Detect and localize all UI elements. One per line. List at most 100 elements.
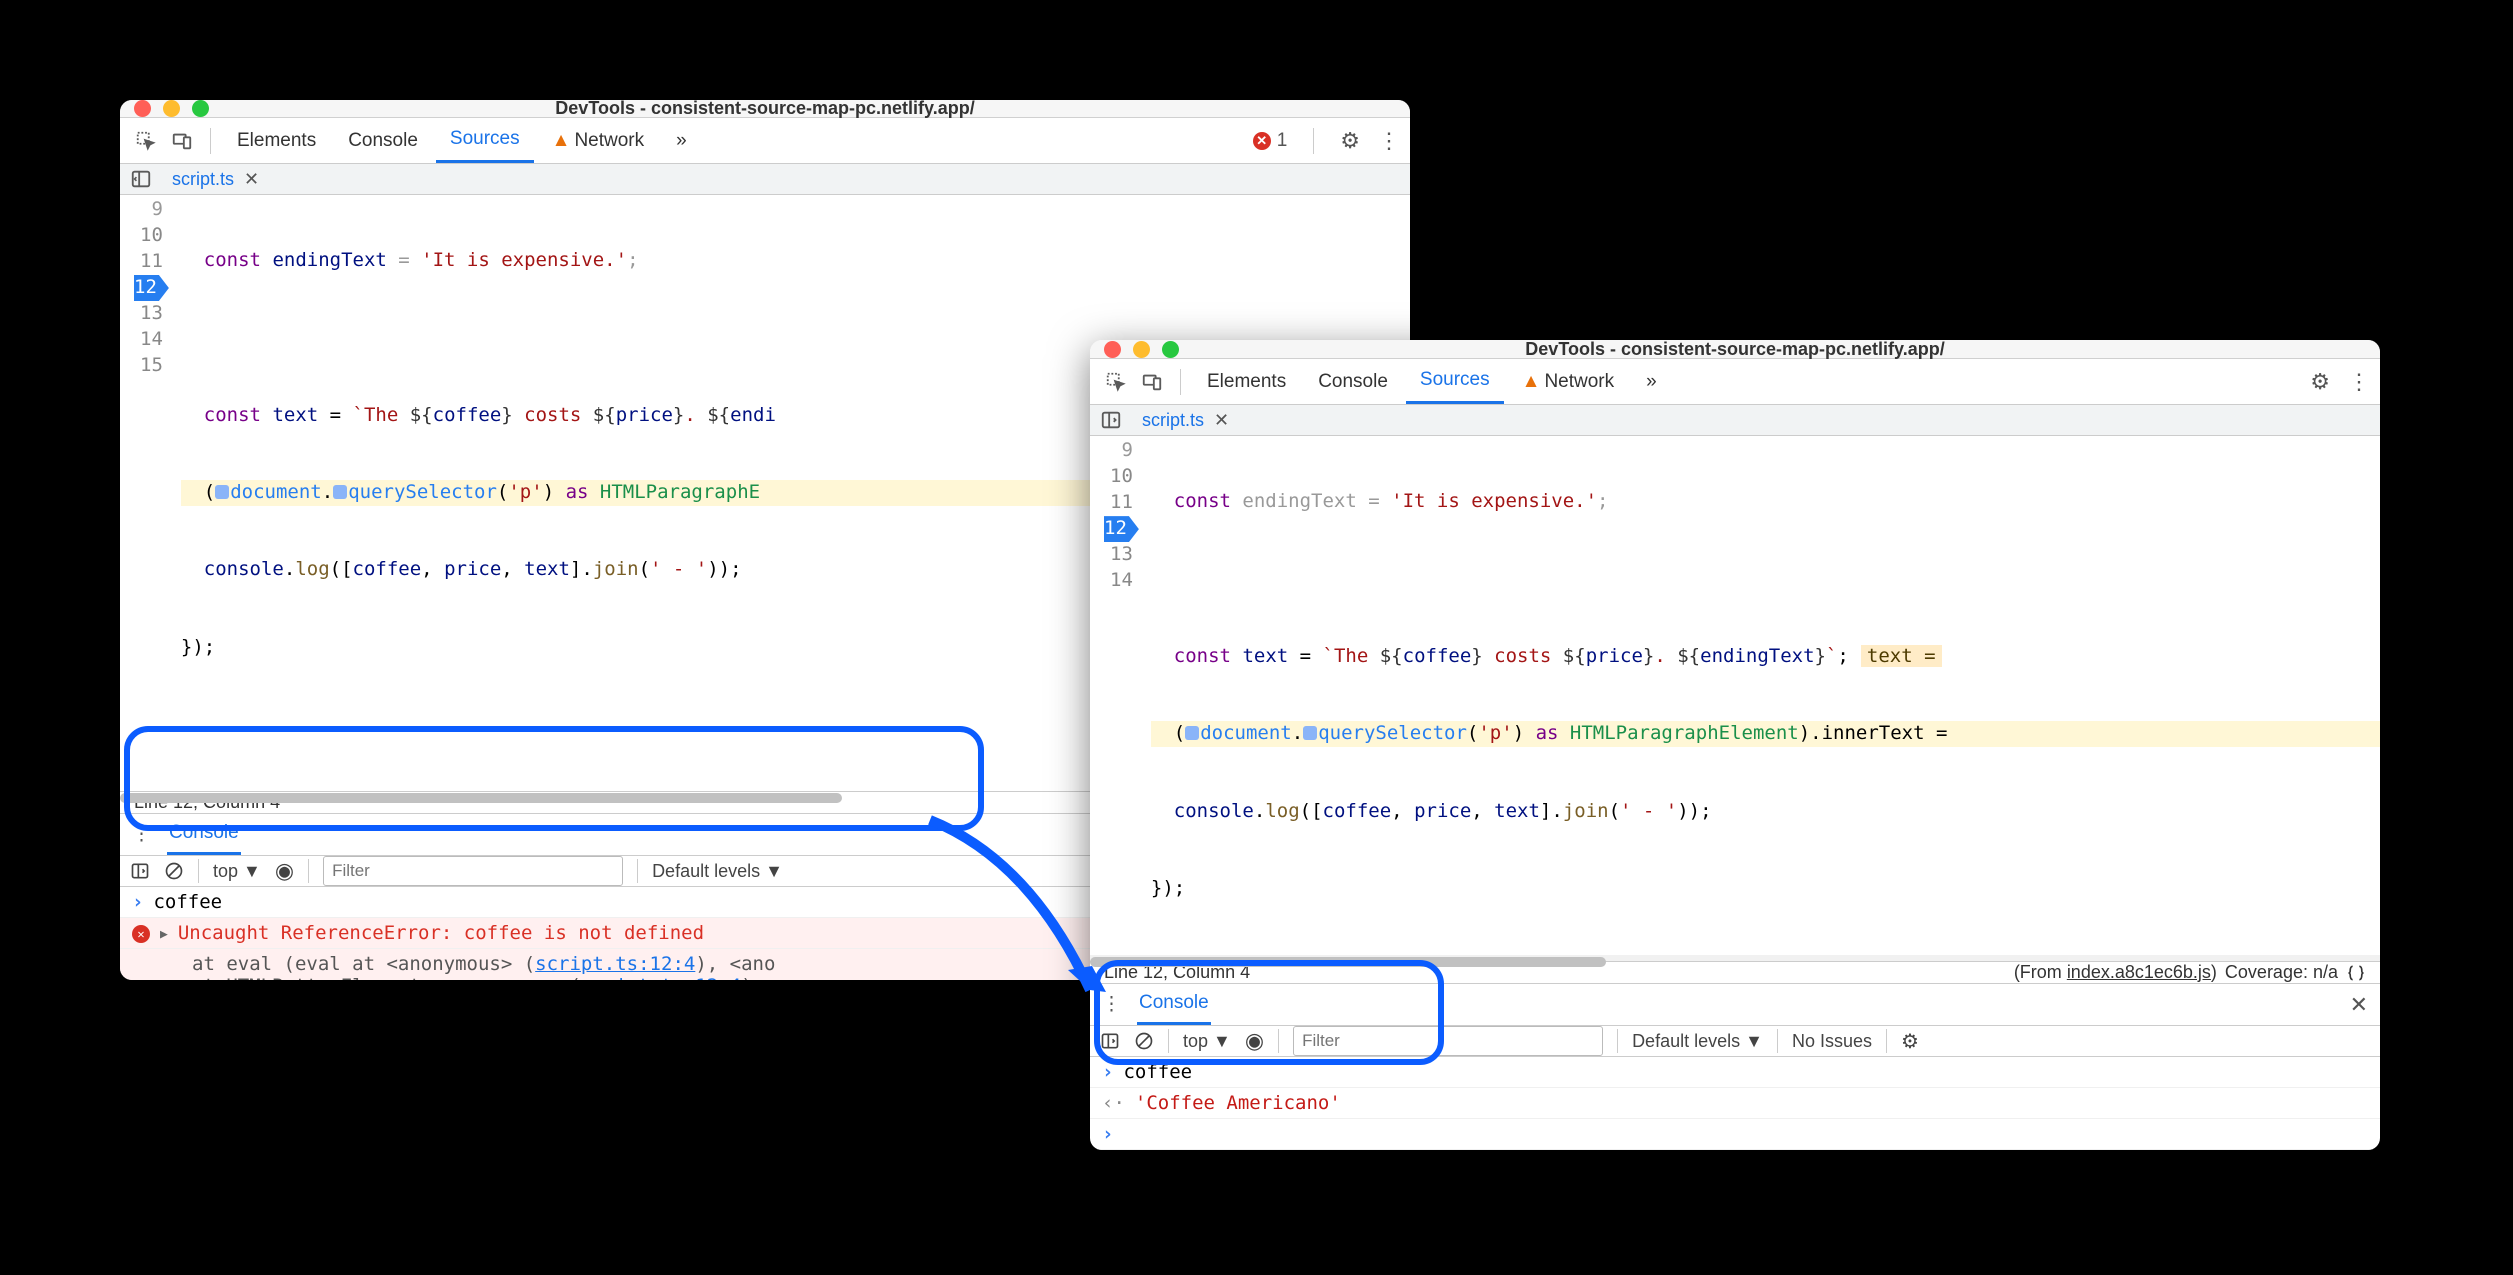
more-menu-icon[interactable]: ⋮ <box>2348 369 2370 395</box>
stack-link[interactable]: script.ts:12:4 <box>535 953 695 975</box>
main-toolbar: Elements Console Sources ▲Network » ⚙ ⋮ <box>1090 359 2380 405</box>
window-minimize-button[interactable] <box>1133 341 1150 358</box>
log-levels-selector[interactable]: Default levels ▼ <box>1632 1031 1763 1052</box>
live-expression-icon[interactable]: ◉ <box>1245 1028 1264 1054</box>
tabs-overflow[interactable]: » <box>662 120 701 162</box>
window-title: DevTools - consistent-source-map-pc.netl… <box>120 100 1410 119</box>
tab-elements[interactable]: Elements <box>223 120 330 162</box>
tab-network[interactable]: ▲Network <box>538 120 659 162</box>
window-maximize-button[interactable] <box>1162 341 1179 358</box>
context-selector[interactable]: top ▼ <box>213 861 261 882</box>
coverage-status: Coverage: n/a <box>2225 962 2338 983</box>
breakpoint-marker[interactable]: 12 <box>134 275 169 301</box>
clear-console-icon[interactable] <box>164 861 184 881</box>
file-tab-bar: script.ts ✕ <box>1090 405 2380 436</box>
error-badge[interactable]: ✕1 <box>1253 130 1288 152</box>
file-tab-script[interactable]: script.ts ✕ <box>166 165 265 194</box>
window-close-button[interactable] <box>1104 341 1121 358</box>
prompt-icon: › <box>1102 1061 1113 1083</box>
tab-sources[interactable]: Sources <box>1406 359 1504 404</box>
titlebar[interactable]: DevTools - consistent-source-map-pc.netl… <box>1090 340 2380 359</box>
line-gutter[interactable]: 9 10 11 12 13 14 <box>1090 436 1143 955</box>
console-drawer-header: ⋮ Console ✕ <box>1090 984 2380 1026</box>
drawer-menu-icon[interactable]: ⋮ <box>1102 993 1121 1016</box>
clear-console-icon[interactable] <box>1134 1031 1154 1051</box>
source-editor[interactable]: 9 10 11 12 13 14 const endingText = 'It … <box>1090 436 2380 955</box>
inline-value-badge: text = <box>1861 645 1942 667</box>
titlebar[interactable]: DevTools - consistent-source-map-pc.netl… <box>120 100 1410 118</box>
breakpoint-marker[interactable]: 12 <box>1104 516 1139 542</box>
stack-frame: at eval (eval at <anonymous> (script.ts:… <box>192 953 775 975</box>
line-number: 14 <box>134 327 163 353</box>
window-minimize-button[interactable] <box>163 100 180 117</box>
line-number: 13 <box>1104 542 1133 568</box>
more-menu-icon[interactable]: ⋮ <box>1378 128 1400 154</box>
line-number: 10 <box>134 223 163 249</box>
sourcemap-link[interactable]: index.a8c1ec6b.js <box>2067 962 2211 982</box>
live-expression-icon[interactable]: ◉ <box>275 858 294 884</box>
error-count: 1 <box>1277 130 1288 152</box>
log-levels-selector[interactable]: Default levels ▼ <box>652 861 783 882</box>
device-toggle-icon[interactable] <box>166 125 198 157</box>
log-levels-label: Default levels <box>652 861 760 881</box>
expand-icon[interactable]: ▶ <box>160 927 168 942</box>
close-tab-icon[interactable]: ✕ <box>1214 410 1229 431</box>
tab-console[interactable]: Console <box>334 120 432 162</box>
line-number: 13 <box>134 301 163 327</box>
stack-frame: at HTMLButtonElement.<anonymous> (script… <box>192 975 775 980</box>
tab-sources[interactable]: Sources <box>436 118 534 163</box>
navigator-toggle-icon[interactable] <box>126 164 156 194</box>
context-label: top <box>1183 1031 1208 1051</box>
settings-icon[interactable]: ⚙ <box>2310 369 2330 395</box>
drawer-tab-console[interactable]: Console <box>167 814 241 855</box>
settings-icon[interactable]: ⚙ <box>1340 128 1360 154</box>
tab-console[interactable]: Console <box>1304 361 1402 403</box>
console-filter-input[interactable] <box>1293 1026 1603 1056</box>
close-tab-icon[interactable]: ✕ <box>244 169 259 190</box>
devtools-window-after: DevTools - consistent-source-map-pc.netl… <box>1090 340 2380 1150</box>
drawer-tab-console[interactable]: Console <box>1137 984 1211 1025</box>
navigator-toggle-icon[interactable] <box>1096 405 1126 435</box>
issues-label[interactable]: No Issues <box>1792 1031 1872 1052</box>
main-toolbar: Elements Console Sources ▲Network » ✕1 ⚙… <box>120 118 1410 164</box>
console-prompt-row[interactable]: › <box>1090 1119 2380 1150</box>
console-input-text: coffee <box>1123 1061 1192 1083</box>
inspect-icon[interactable] <box>1100 366 1132 398</box>
warning-icon: ▲ <box>552 130 571 151</box>
device-toggle-icon[interactable] <box>1136 366 1168 398</box>
warning-icon: ▲ <box>1522 371 1541 392</box>
file-tab-label: script.ts <box>1142 410 1204 431</box>
file-tab-bar: script.ts ✕ <box>120 164 1410 195</box>
line-number: 9 <box>134 197 163 223</box>
pretty-print-icon[interactable] <box>2346 963 2366 983</box>
scroll-thumb[interactable] <box>1090 957 1606 967</box>
tab-elements[interactable]: Elements <box>1193 361 1300 403</box>
line-number: 11 <box>134 249 163 275</box>
code-area[interactable]: const endingText = 'It is expensive.'; c… <box>1143 436 2380 955</box>
console-result-text: 'Coffee Americano' <box>1135 1092 1341 1114</box>
file-tab-label: script.ts <box>172 169 234 190</box>
console-sidebar-toggle-icon[interactable] <box>1100 1031 1120 1051</box>
console-sidebar-toggle-icon[interactable] <box>130 861 150 881</box>
horizontal-scrollbar[interactable] <box>1090 955 2380 961</box>
line-number: 9 <box>1104 438 1133 464</box>
line-number: 15 <box>134 353 163 379</box>
inspect-icon[interactable] <box>130 125 162 157</box>
drawer-menu-icon[interactable]: ⋮ <box>132 823 151 846</box>
console-input-row: › coffee <box>1090 1057 2380 1088</box>
tab-network[interactable]: ▲Network <box>1508 361 1629 403</box>
context-selector[interactable]: top ▼ <box>1183 1031 1231 1052</box>
stack-link[interactable]: script.ts:12:4 <box>581 975 741 980</box>
console-settings-icon[interactable]: ⚙ <box>1901 1029 1919 1054</box>
tabs-overflow[interactable]: » <box>1632 361 1671 403</box>
window-maximize-button[interactable] <box>192 100 209 117</box>
tab-network-label: Network <box>1544 371 1614 392</box>
drawer-close-icon[interactable]: ✕ <box>2350 992 2368 1018</box>
line-gutter[interactable]: 9 10 11 12 13 14 15 <box>120 195 173 791</box>
window-close-button[interactable] <box>134 100 151 117</box>
tab-network-label: Network <box>574 130 644 151</box>
console-filter-input[interactable] <box>323 856 623 886</box>
file-tab-script[interactable]: script.ts ✕ <box>1136 406 1235 435</box>
scroll-thumb[interactable] <box>120 793 842 803</box>
line-number: 14 <box>1104 568 1133 594</box>
